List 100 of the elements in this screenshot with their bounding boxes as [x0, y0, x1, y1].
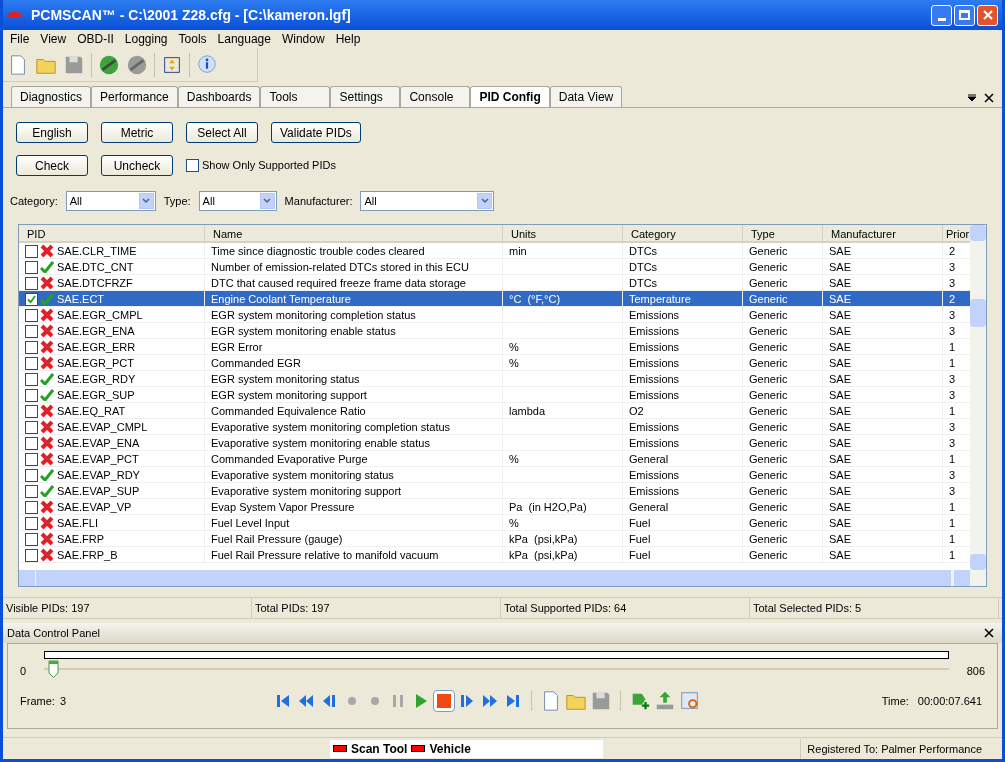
table-row[interactable]: SAE.EVAP_SUP Evaporative system monitoring support Emissions Generic SAE 3: [19, 483, 970, 499]
minimize-button[interactable]: [931, 4, 952, 26]
checkbox[interactable]: [25, 356, 38, 370]
menu-item[interactable]: OBD-II: [77, 30, 114, 48]
table-row[interactable]: SAE.CLR_TIME Time since diagnostic trouble codes cleared min DTCs Generic SAE 2: [19, 243, 970, 259]
table-cell: Emissions: [622, 483, 742, 500]
table-row[interactable]: SAE.EGR_CMPL EGR system monitoring completion status Emissions Generic SAE 3: [19, 307, 970, 323]
column-header[interactable]: Units: [502, 225, 622, 243]
table-row[interactable]: SAE.EGR_PCT Commanded EGR % Emissions Generic SAE 1: [19, 355, 970, 371]
checkbox[interactable]: [25, 500, 38, 514]
menu-item[interactable]: View: [40, 30, 67, 48]
dropdown[interactable]: All: [360, 191, 495, 211]
tab[interactable]: Data View: [549, 86, 623, 107]
toolbar-button[interactable]: Validate PIDs: [271, 122, 361, 143]
car-icon: [7, 10, 23, 20]
checkbox[interactable]: [25, 340, 38, 354]
toolbar-button[interactable]: Select All: [186, 122, 258, 143]
checkbox[interactable]: [25, 276, 38, 290]
checkbox[interactable]: [25, 292, 38, 306]
table-cell: Fuel: [622, 547, 742, 564]
table-row[interactable]: SAE.EGR_ENA EGR system monitoring enable status Emissions Generic SAE 3: [19, 323, 970, 339]
close-icon[interactable]: [984, 628, 994, 638]
checkbox[interactable]: [25, 436, 38, 450]
table-cell: Evaporative system monitoring status: [204, 467, 502, 484]
table-cell: Evaporative system monitoring completion status: [204, 419, 502, 436]
table-row[interactable]: SAE.DTC_CNT Number of emission-related DTCs stored in this ECU DTCs Generic SAE 3: [19, 259, 970, 275]
dropdown[interactable]: All: [198, 191, 277, 211]
tab[interactable]: Performance: [91, 86, 178, 107]
checkbox[interactable]: [186, 159, 199, 172]
menu-item[interactable]: Logging: [124, 30, 168, 48]
column-header[interactable]: Name: [204, 225, 502, 243]
checkbox[interactable]: [25, 404, 38, 418]
toolbar-button[interactable]: Check: [16, 155, 88, 176]
table-cell: SAE: [822, 435, 942, 452]
checkbox[interactable]: [25, 484, 38, 498]
table-row[interactable]: SAE.EVAP_PCT Commanded Evaporative Purge % General Generic SAE 1: [19, 451, 970, 467]
table-row[interactable]: SAE.EVAP_CMPL Evaporative system monitoring completion status Emissions Generic SAE 3: [19, 419, 970, 435]
menu-item[interactable]: Tools: [178, 30, 207, 48]
checkbox[interactable]: [25, 516, 38, 530]
column-header[interactable]: PID: [19, 225, 204, 243]
horizontal-scrollbar[interactable]: [19, 570, 986, 586]
table-row[interactable]: SAE.EGR_SUP EGR system monitoring support Emissions Generic SAE 3: [19, 387, 970, 403]
vertical-scrollbar[interactable]: [970, 225, 986, 570]
dropdown[interactable]: All: [65, 191, 156, 211]
slider-track[interactable]: [44, 660, 949, 680]
slider-thumb[interactable]: [47, 660, 59, 678]
table-row[interactable]: SAE.EQ_RAT Commanded Equivalence Ratio lambda O2 Generic SAE 1: [19, 403, 970, 419]
tab[interactable]: Dashboards: [177, 86, 261, 107]
checkbox[interactable]: [25, 548, 38, 562]
close-icon[interactable]: [984, 93, 994, 103]
toolbar-button[interactable]: Uncheck: [101, 155, 173, 176]
table-row[interactable]: SAE.FLI Fuel Level Input % Fuel Generic SAE 1: [19, 515, 970, 531]
table-row[interactable]: SAE.EVAP_VP Evap System Vapor Pressure Pa (in H2O,Pa) General Generic SAE 1: [19, 499, 970, 515]
table-cell: Emissions: [622, 467, 742, 484]
menu-item[interactable]: File: [10, 30, 30, 48]
table-cell: Generic: [742, 531, 822, 548]
table-row[interactable]: SAE.EGR_RDY EGR system monitoring status Emissions Generic SAE 3: [19, 371, 970, 387]
table-row[interactable]: SAE.EGR_ERR EGR Error % Emissions Generic SAE 1: [19, 339, 970, 355]
checkbox[interactable]: [25, 532, 38, 546]
chevron-down-icon[interactable]: [263, 198, 272, 204]
tab[interactable]: PID Config: [470, 86, 550, 107]
table-cell-text: SAE.EGR_PCT: [56, 356, 135, 371]
checkbox[interactable]: [25, 244, 38, 258]
checkbox[interactable]: [25, 260, 38, 274]
table-cell: EGR system monitoring enable status: [204, 323, 502, 340]
menu-item[interactable]: Help: [335, 30, 361, 48]
table-cell-text: SAE.EVAP_PCT: [56, 452, 139, 467]
checkbox[interactable]: [25, 324, 38, 338]
tab[interactable]: Tools: [260, 86, 331, 107]
maximize-button[interactable]: [954, 4, 975, 26]
toolbar-button[interactable]: English: [16, 122, 88, 143]
checkbox[interactable]: [25, 468, 38, 482]
table-row[interactable]: SAE.EVAP_RDY Evaporative system monitoring status Emissions Generic SAE 3: [19, 467, 970, 483]
info-icon[interactable]: [196, 53, 218, 76]
dropdown-arrow-icon[interactable]: [968, 94, 976, 102]
checkbox[interactable]: [25, 452, 38, 466]
column-header[interactable]: Manufacturer: [822, 225, 942, 243]
toolbar-button[interactable]: Metric: [101, 122, 173, 143]
menu-item[interactable]: Window: [281, 30, 325, 48]
table-row[interactable]: SAE.EVAP_ENA Evaporative system monitoring enable status Emissions Generic SAE 3: [19, 435, 970, 451]
table-row[interactable]: SAE.FRP Fuel Rail Pressure (gauge) kPa (psi,kPa) Fuel Generic SAE 1: [19, 531, 970, 547]
table-cell: Generic: [742, 467, 822, 484]
table-row[interactable]: SAE.ECT Engine Coolant Temperature °C (°F,°C) Temperature Generic SAE 2: [19, 291, 970, 307]
tab[interactable]: Settings: [330, 86, 401, 107]
table-cell: SAE: [822, 499, 942, 516]
menu-item[interactable]: Language: [217, 30, 271, 48]
chevron-down-icon[interactable]: [481, 198, 489, 204]
column-header[interactable]: Category: [622, 225, 742, 243]
table-row[interactable]: SAE.FRP_B Fuel Rail Pressure relative to manifold vacuum kPa (psi,kPa) Fuel Generic SAE 1: [19, 547, 970, 563]
stop-icon[interactable]: [433, 690, 456, 712]
slider-min-label: 0: [20, 664, 26, 679]
column-header[interactable]: Type: [742, 225, 822, 243]
checkbox[interactable]: [25, 308, 38, 322]
chevron-down-icon[interactable]: [142, 198, 151, 204]
close-button[interactable]: [977, 4, 998, 26]
tab[interactable]: Console: [400, 86, 471, 107]
checkbox[interactable]: [25, 388, 38, 402]
tab[interactable]: Diagnostics: [11, 86, 92, 107]
checkbox[interactable]: [25, 372, 38, 386]
checkbox[interactable]: [25, 420, 38, 434]
